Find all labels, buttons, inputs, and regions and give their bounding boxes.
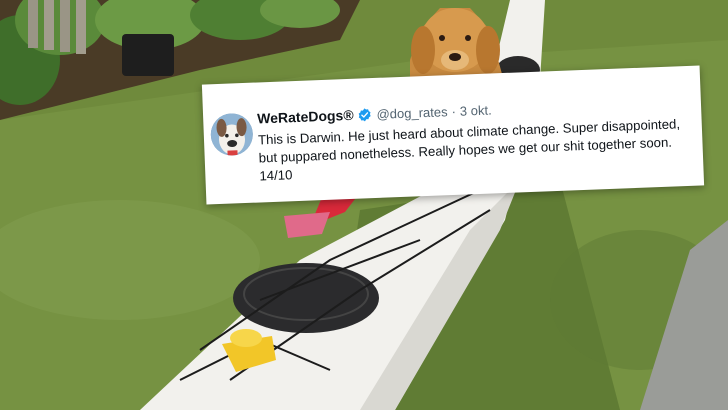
background-photo (0, 0, 728, 410)
display-name[interactable]: WeRateDogs® (257, 107, 354, 127)
tweet-date[interactable]: 3 okt. (460, 103, 492, 119)
avatar[interactable] (210, 112, 254, 157)
kayak-hatch-cover (233, 263, 379, 333)
separator-dot: · (451, 103, 457, 120)
flower-pot (122, 34, 174, 76)
user-handle[interactable]: @dog_rates (376, 104, 448, 122)
avatar-dog-image (210, 112, 254, 157)
verified-badge-icon (357, 107, 373, 128)
tweet-card[interactable]: WeRateDogs® @dog_rates · 3 okt. This is Dar… (201, 65, 705, 205)
